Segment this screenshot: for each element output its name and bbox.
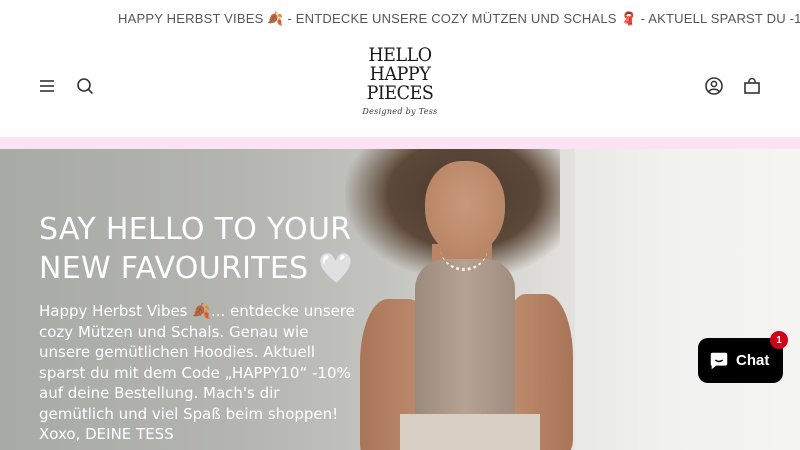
hero-background-wall	[575, 149, 800, 450]
announcement-bar: HAPPY HERBST VIBES 🍂 - ENTDECKE UNSERE C…	[0, 0, 800, 36]
cart-button[interactable]	[738, 72, 766, 100]
menu-button[interactable]	[33, 72, 61, 100]
chat-bubble-icon	[710, 352, 728, 369]
announcement-text: HAPPY HERBST VIBES 🍂 - ENTDECKE UNSERE C…	[118, 11, 800, 26]
logo-subtitle: Designed by Tess	[362, 107, 438, 116]
site-header: HELLO HAPPY PIECES Designed by Tess	[0, 36, 800, 137]
hero-banner[interactable]: SAY HELLO TO YOUR NEW FAVOURITES 🤍 Happy…	[0, 149, 800, 450]
cart-icon	[744, 77, 760, 94]
account-icon	[705, 77, 723, 95]
hero-title-line-1: SAY HELLO TO YOUR	[39, 212, 352, 247]
search-icon	[77, 78, 94, 95]
search-button[interactable]	[71, 72, 99, 100]
hero-model-skirt	[400, 414, 540, 450]
menu-icon	[40, 80, 54, 92]
chat-button[interactable]: Chat	[698, 338, 783, 383]
chat-label: Chat	[736, 352, 770, 369]
hero-model-face	[425, 161, 505, 256]
pink-divider-bar	[0, 137, 800, 149]
account-button[interactable]	[700, 72, 728, 100]
hero-title-line-2: NEW FAVOURITES 🤍	[39, 251, 356, 286]
logo-line-3: PIECES	[366, 82, 434, 104]
hero-body-text: Happy Herbst Vibes 🍂... entdecke unsere …	[39, 302, 355, 443]
site-logo[interactable]: HELLO HAPPY PIECES Designed by Tess	[348, 46, 452, 128]
hero-title: SAY HELLO TO YOUR NEW FAVOURITES 🤍	[39, 210, 369, 288]
chat-notification-badge: 1	[770, 331, 788, 349]
